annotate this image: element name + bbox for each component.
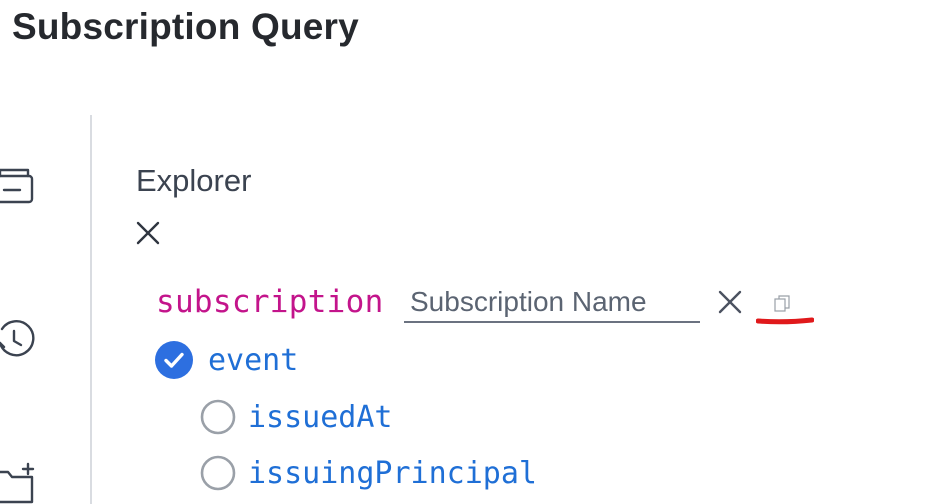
explorer-title: Explorer: [136, 163, 252, 198]
panel-divider: [90, 115, 92, 504]
operation-keyword: subscription: [156, 284, 384, 320]
field-label-event: event: [208, 343, 299, 378]
close-icon[interactable]: [134, 219, 162, 247]
left-rail: [0, 115, 60, 504]
unchecked-icon[interactable]: [200, 399, 236, 435]
page-title: Subscription Query: [12, 6, 359, 47]
operation-name-input[interactable]: [404, 283, 700, 323]
annotation-underline: [756, 316, 814, 326]
add-folder-icon[interactable]: [0, 458, 36, 504]
field-label-issuedAt: issuedAt: [248, 400, 393, 435]
history-icon[interactable]: [0, 315, 36, 361]
field-label-issuingPrincipal: issuingPrincipal: [248, 456, 537, 491]
field-event[interactable]: event: [155, 337, 455, 379]
clear-operation-icon[interactable]: [716, 288, 744, 316]
field-issuingPrincipal[interactable]: issuingPrincipal: [200, 451, 600, 491]
document-icon[interactable]: [0, 160, 36, 206]
operation-row: subscription: [156, 280, 856, 326]
checked-icon[interactable]: [155, 341, 193, 379]
field-issuedAt[interactable]: issuedAt: [200, 395, 500, 435]
unchecked-icon[interactable]: [200, 455, 236, 491]
copy-icon[interactable]: [774, 295, 790, 313]
